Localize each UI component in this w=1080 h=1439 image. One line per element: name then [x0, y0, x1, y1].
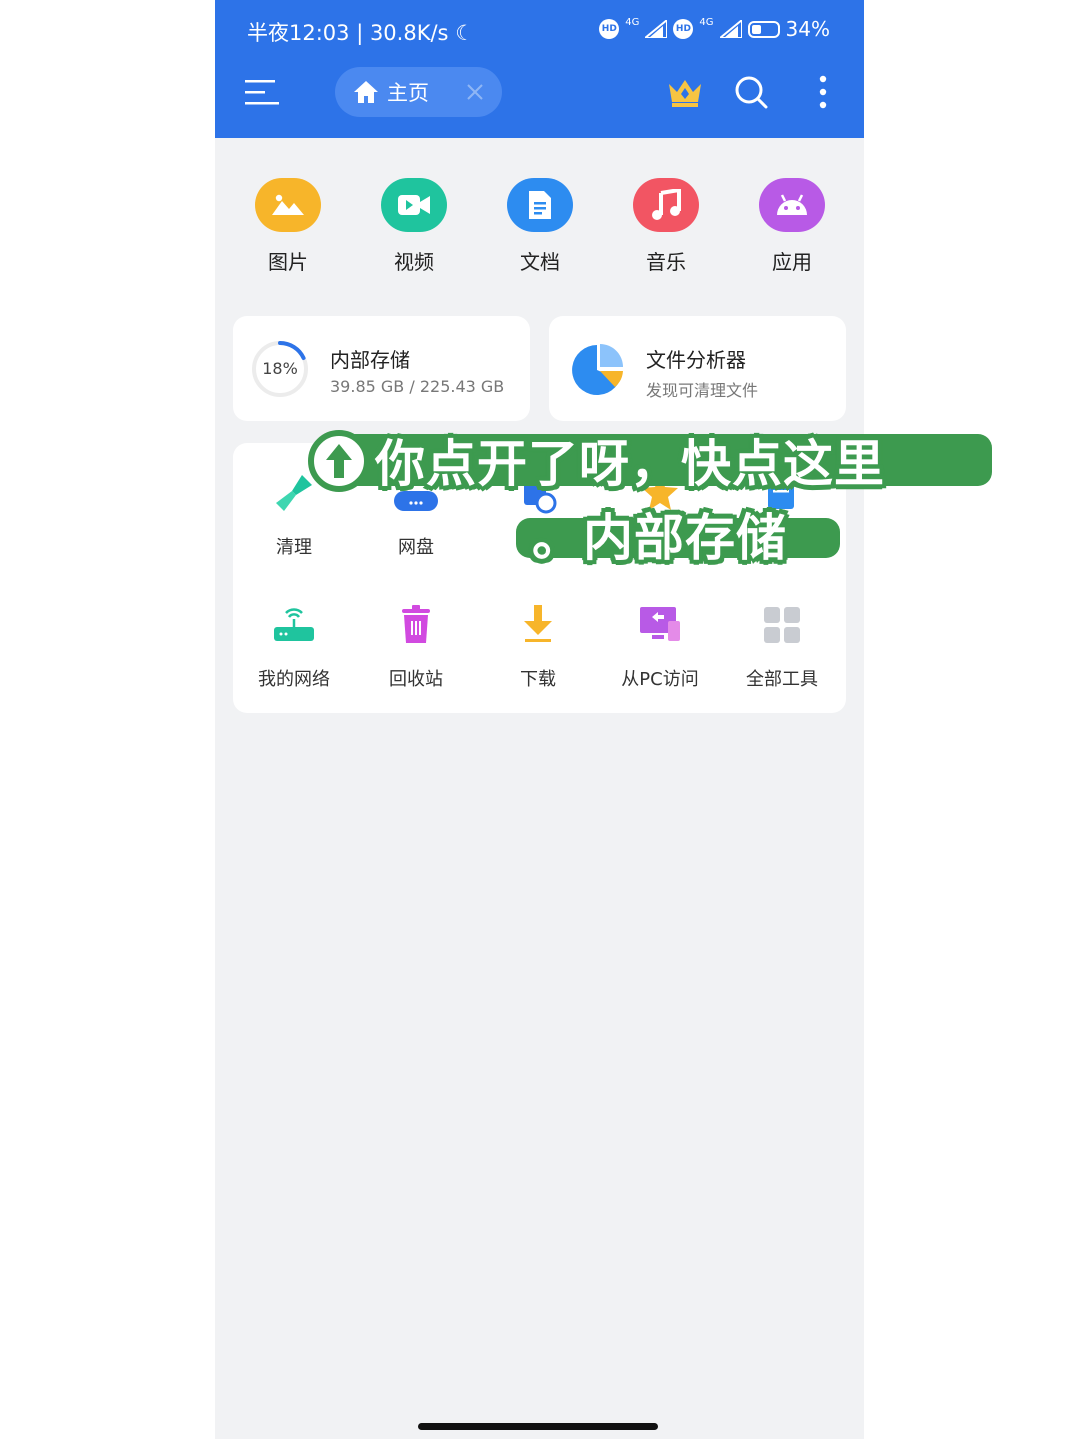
document-icon	[507, 178, 573, 232]
tool-label: 全部工具	[746, 669, 818, 690]
tool-label: 下载	[520, 669, 556, 690]
status-time: 半夜12:03 | 30.8K/s	[247, 21, 449, 45]
file-analyzer-card[interactable]: 文件分析器 发现可清理文件	[549, 316, 846, 421]
battery-icon	[747, 20, 780, 38]
category-row: 图片 视频 文档 音乐 应用	[215, 178, 864, 278]
top-app-bar: 半夜12:03 | 30.8K/s ☾ HD 4G HD 4G 34% 主页	[215, 0, 864, 138]
router-icon	[274, 608, 314, 641]
video-icon	[381, 178, 447, 232]
home-icon	[354, 81, 378, 103]
phone-screen: 半夜12:03 | 30.8K/s ☾ HD 4G HD 4G 34% 主页 图…	[215, 0, 864, 1439]
signal-icon	[719, 20, 742, 38]
signal-icon	[645, 20, 668, 38]
storage-usage: 39.85 GB / 225.43 GB	[330, 377, 505, 396]
hd-icon: HD	[599, 19, 620, 39]
tool-label: 从PC访问	[621, 669, 699, 690]
category-label: 应用	[772, 250, 812, 274]
image-icon	[255, 178, 321, 232]
category-label: 音乐	[646, 250, 686, 274]
tool-label: 网盘	[398, 537, 434, 558]
status-indicators: HD 4G HD 4G 34%	[599, 17, 830, 41]
moon-icon: ☾	[455, 21, 475, 45]
network-label-2: 4G	[699, 16, 714, 28]
analyzer-subtitle: 发现可清理文件	[646, 381, 759, 400]
network-label-1: 4G	[625, 16, 640, 28]
pc-access-icon	[640, 607, 680, 641]
internal-storage-card[interactable]: 18% 内部存储 39.85 GB / 225.43 GB	[233, 316, 530, 421]
tool-label: 回收站	[389, 669, 443, 690]
tool-my-network[interactable]: 我的网络	[233, 603, 355, 691]
category-label: 图片	[268, 250, 308, 274]
crown-icon[interactable]	[667, 76, 703, 108]
close-icon[interactable]	[466, 83, 484, 101]
analyzer-title: 文件分析器	[646, 348, 746, 372]
tool-download[interactable]: 下载	[477, 603, 599, 691]
download-icon	[524, 605, 552, 642]
arrow-up-icon	[308, 430, 370, 492]
category-documents[interactable]: 文档	[485, 178, 595, 275]
overlay-text-line1: 你点开了呀，快点这里	[375, 435, 885, 493]
grid-icon	[764, 607, 800, 643]
category-label: 视频	[394, 250, 434, 274]
tool-all-tools[interactable]: 全部工具	[721, 603, 843, 691]
home-tab[interactable]: 主页	[335, 67, 502, 117]
category-label: 文档	[520, 250, 560, 274]
search-icon[interactable]	[733, 74, 769, 110]
trash-icon	[402, 605, 430, 643]
android-icon	[759, 178, 825, 232]
tool-label: 我的网络	[258, 669, 330, 690]
music-icon	[633, 178, 699, 232]
category-apps[interactable]: 应用	[737, 178, 847, 275]
category-music[interactable]: 音乐	[611, 178, 721, 275]
category-videos[interactable]: 视频	[359, 178, 469, 275]
status-time-speed: 半夜12:03 | 30.8K/s ☾	[247, 17, 474, 47]
tool-recycle-bin[interactable]: 回收站	[355, 603, 477, 691]
menu-icon[interactable]	[245, 78, 279, 108]
battery-level: 34%	[785, 17, 830, 41]
storage-title: 内部存储	[330, 348, 410, 372]
tool-label: 清理	[276, 537, 312, 558]
storage-percent: 18%	[262, 359, 298, 378]
more-icon[interactable]	[816, 74, 830, 110]
home-tab-label: 主页	[387, 81, 429, 105]
hd-icon: HD	[673, 19, 694, 39]
gesture-bar	[418, 1423, 658, 1430]
pie-chart-icon	[572, 344, 623, 395]
category-images[interactable]: 图片	[233, 178, 343, 275]
tool-pc-access[interactable]: 从PC访问	[599, 603, 721, 691]
overlay-text-line2: 。内部存储	[532, 509, 787, 567]
